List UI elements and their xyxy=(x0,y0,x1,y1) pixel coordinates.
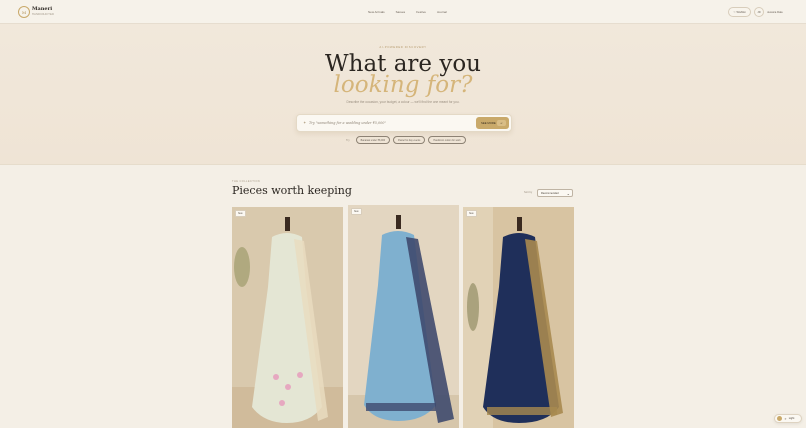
sort-label: Sort by xyxy=(524,191,533,194)
new-badge: New xyxy=(466,210,477,217)
nav-link-journal[interactable]: Journal xyxy=(437,10,447,14)
wishlist-button[interactable]: ♡ Wishlist xyxy=(728,7,751,17)
avatar[interactable]: JD xyxy=(754,7,764,17)
sun-icon: ☀ xyxy=(784,416,787,421)
sort-dropdown[interactable]: Recommended ⌄ xyxy=(537,189,573,197)
product-card[interactable]: New xyxy=(348,205,459,428)
new-badge: New xyxy=(235,210,246,217)
toggle-knob xyxy=(777,416,782,421)
enter-key-icon: ↵ xyxy=(497,120,506,126)
new-badge: New xyxy=(351,208,362,215)
product-image xyxy=(348,205,459,428)
logo-mark[interactable]: M xyxy=(18,6,30,18)
product-image xyxy=(232,207,343,428)
nav-link-festive[interactable]: Festive xyxy=(416,10,426,14)
chevron-down-icon: ⌄ xyxy=(566,191,570,196)
product-card[interactable]: New xyxy=(232,207,343,428)
sort-value: Recommended xyxy=(541,191,559,195)
theme-toggle[interactable]: ☀ Light xyxy=(774,414,802,423)
suggestion-chip[interactable]: Handloom cotton for work xyxy=(428,136,466,144)
main-nav: New Arrivals Sarees Festive Journal xyxy=(368,10,447,14)
nav-link-sarees[interactable]: Sarees xyxy=(396,10,406,14)
hero-title-accent: looking for? xyxy=(333,72,473,98)
search-button[interactable]: SEE MORE ↵ xyxy=(476,117,509,129)
hero-subtitle: Describe the occasion, your budget, a co… xyxy=(346,100,460,104)
suggestion-chips: Try Banarasi under ₹8,000 Pastel for day… xyxy=(346,136,466,144)
account-name[interactable]: Jessica Dale xyxy=(767,10,783,14)
hero-section: AI-POWERED DISCOVERY What are you lookin… xyxy=(0,24,806,165)
suggestion-chip[interactable]: Banarasi under ₹8,000 xyxy=(355,136,391,144)
section-title: Pieces worth keeping xyxy=(232,184,352,197)
theme-toggle-label: Light xyxy=(788,417,795,420)
hero-eyebrow: AI-POWERED DISCOVERY xyxy=(379,45,427,49)
suggestion-chip[interactable]: Pastel for day events xyxy=(393,136,426,144)
section-eyebrow: THE COLLECTION xyxy=(232,180,261,183)
brand-tagline: HANDCRAFTED xyxy=(32,13,55,16)
suggest-label: Try xyxy=(346,138,350,142)
search-bar: ✦ SEE MORE ↵ xyxy=(296,114,512,132)
search-input[interactable] xyxy=(309,118,469,128)
top-navbar: M Maneri HANDCRAFTED New Arrivals Sarees… xyxy=(0,0,806,24)
search-button-label: SEE MORE xyxy=(481,121,496,125)
product-card[interactable]: New xyxy=(463,207,574,428)
nav-link-new-arrivals[interactable]: New Arrivals xyxy=(368,10,385,14)
brand-name[interactable]: Maneri xyxy=(32,6,52,12)
product-image xyxy=(463,207,574,428)
sparkle-icon: ✦ xyxy=(303,120,307,125)
